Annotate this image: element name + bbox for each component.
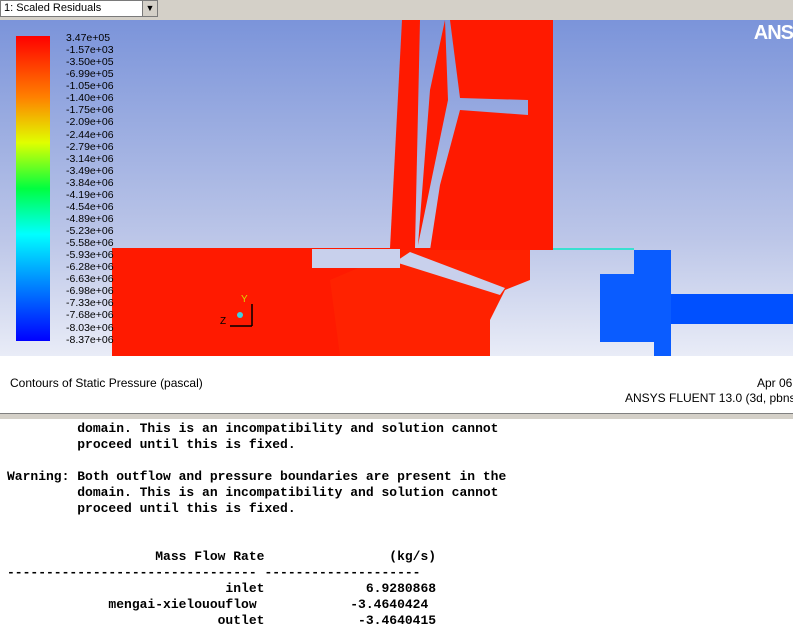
scale-label: -6.98e+06	[66, 285, 114, 298]
scale-label: -4.19e+06	[66, 188, 114, 201]
window-select-value: 1: Scaled Residuals	[4, 2, 102, 14]
contour-plot	[112, 20, 793, 356]
gap-band	[312, 249, 400, 268]
solver-version: ANSYS FLUENT 13.0 (3d, pbns	[625, 391, 793, 405]
red-region-right-duct	[528, 20, 553, 250]
scale-label: -3.84e+06	[66, 176, 114, 189]
scale-label: -1.40e+06	[66, 92, 114, 105]
axis-z-label: Z	[220, 316, 227, 327]
plot-date: Apr 06	[757, 376, 793, 390]
graphics-viewport[interactable]: 3.47e+05 -1.57e+03 -3.50e+05 -6.99e+05 -…	[0, 20, 793, 356]
down-arrow-icon[interactable]: ▼	[142, 1, 157, 16]
axis-y-label: Y	[241, 294, 248, 305]
color-scale-labels: 3.47e+05 -1.57e+03 -3.50e+05 -6.99e+05 -…	[66, 32, 114, 346]
red-region-blade-lower	[430, 110, 528, 250]
scale-label: -2.79e+06	[66, 140, 114, 153]
plot-caption: Contours of Static Pressure (pascal) Apr…	[0, 356, 793, 413]
blue-region-pipe	[671, 294, 793, 324]
scale-label: -5.93e+06	[66, 249, 114, 262]
plot-title: Contours of Static Pressure (pascal)	[10, 376, 203, 390]
console-output[interactable]: domain. This is an incompatibility and s…	[0, 419, 793, 633]
window-select[interactable]: 1: Scaled Residuals ▼	[0, 0, 158, 17]
scale-label: -1.05e+06	[66, 80, 114, 93]
scale-label: -5.58e+06	[66, 237, 114, 250]
scale-label: -3.50e+05	[66, 56, 114, 69]
scale-label: -1.75e+06	[66, 104, 114, 117]
scale-label: -2.44e+06	[66, 128, 114, 141]
scale-label: 3.47e+05	[66, 32, 111, 44]
red-region-left-duct	[390, 20, 420, 248]
scale-label: -6.63e+06	[66, 273, 114, 286]
scale-label: -8.37e+06	[66, 333, 114, 346]
scale-label: -7.33e+06	[66, 297, 114, 310]
scale-label: -3.49e+06	[66, 164, 114, 177]
console-text: domain. This is an incompatibility and s…	[7, 421, 507, 628]
scale-label: -4.54e+06	[66, 200, 114, 213]
graphics-toolbar: 1: Scaled Residuals ▼	[0, 0, 793, 20]
scale-label: -3.14e+06	[66, 152, 114, 165]
scale-label: -6.28e+06	[66, 261, 114, 274]
blue-region-outlet	[600, 250, 671, 356]
scale-label: -5.23e+06	[66, 225, 114, 237]
scale-label: -6.99e+05	[66, 68, 114, 81]
ansys-logo: ANS	[753, 22, 793, 44]
scale-label: -4.89e+06	[66, 212, 114, 225]
red-region-blade-upper	[450, 20, 528, 100]
scale-label: -2.09e+06	[66, 116, 114, 129]
scale-label: -7.68e+06	[66, 309, 114, 322]
scale-label: -1.57e+03	[66, 44, 114, 57]
color-scale-bar	[16, 36, 50, 341]
axis-origin-dot	[237, 312, 243, 318]
scale-label: -8.03e+06	[66, 321, 114, 334]
